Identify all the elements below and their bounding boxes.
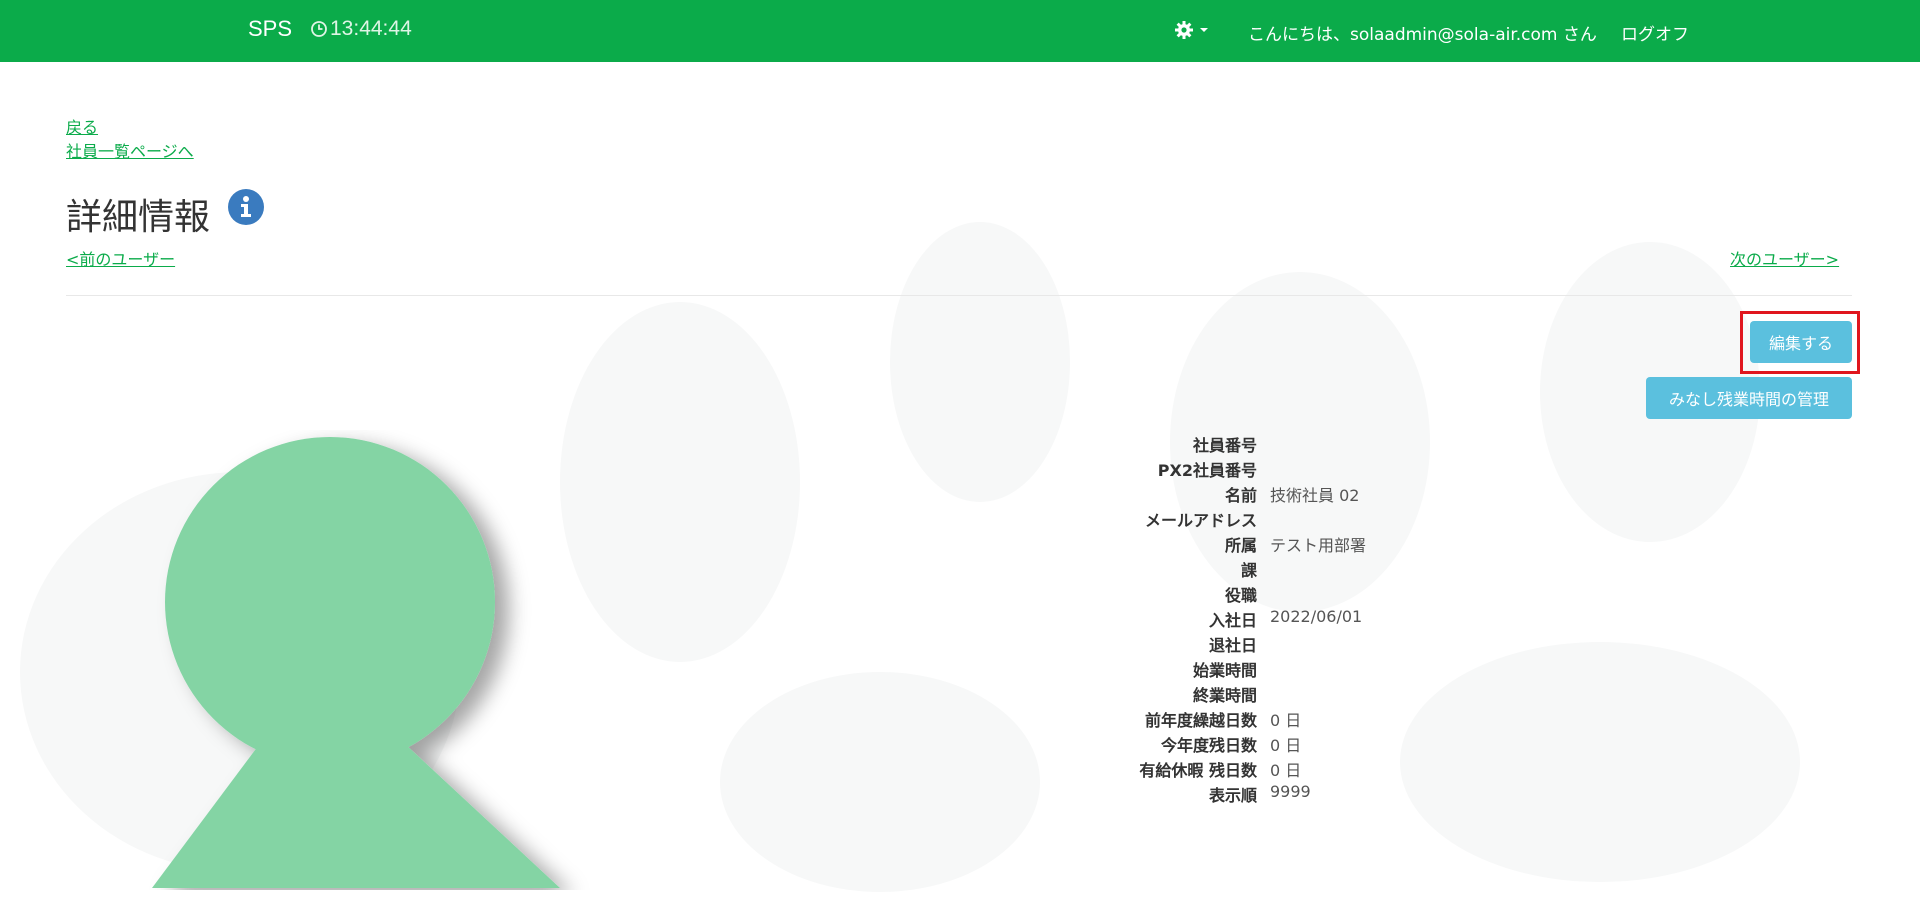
settings-dropdown[interactable]: [1174, 18, 1210, 42]
info-icon[interactable]: [228, 189, 264, 225]
page-title: 詳細情報: [66, 197, 211, 238]
label-paid-leave-remaining: 有給休暇 残日数: [1139, 761, 1257, 780]
logoff-link[interactable]: ログオフ: [1621, 20, 1689, 45]
label-join-date: 入社日: [1208, 611, 1257, 630]
label-leave-date: 退社日: [1208, 636, 1257, 655]
value-paid-leave-remaining: 0 日: [1270, 761, 1302, 780]
divider: [66, 295, 1852, 296]
value-display-order: 9999: [1270, 782, 1311, 801]
label-display-order: 表示順: [1208, 786, 1257, 805]
highlight-box: [1740, 311, 1860, 374]
value-join-date: 2022/06/01: [1270, 607, 1363, 626]
label-employee-number: 社員番号: [1192, 436, 1257, 455]
clock: 13:44:44: [310, 17, 412, 41]
value-carryover-days: 0 日: [1270, 711, 1302, 730]
back-link[interactable]: 戻る: [66, 114, 98, 138]
clock-icon: [311, 21, 327, 37]
value-department: テスト用部署: [1270, 536, 1367, 555]
label-px2-number: PX2社員番号: [1157, 461, 1257, 480]
next-user-link[interactable]: 次のユーザー>: [1730, 246, 1839, 270]
employee-list-link[interactable]: 社員一覧ページへ: [66, 138, 194, 162]
value-remaining-days: 0 日: [1270, 736, 1302, 755]
caret-down-icon: [1200, 28, 1208, 32]
overtime-management-button[interactable]: みなし残業時間の管理: [1646, 377, 1852, 419]
label-remaining-days: 今年度残日数: [1160, 736, 1257, 755]
gear-icon: [1175, 21, 1193, 39]
value-name: 技術社員 02: [1270, 486, 1360, 505]
label-department: 所属: [1224, 536, 1257, 555]
label-name: 名前: [1224, 486, 1257, 505]
label-email: メールアドレス: [1144, 511, 1257, 530]
label-section: 課: [1240, 561, 1257, 580]
top-navbar: SPS 13:44:44 こんにちは、solaadmin@sola-air.co…: [0, 0, 1920, 62]
label-position: 役職: [1224, 586, 1257, 605]
brand[interactable]: SPS: [248, 16, 292, 42]
greeting-text: こんにちは、solaadmin@sola-air.com さん: [1248, 25, 1597, 45]
clock-time: 13:44:44: [330, 17, 412, 40]
avatar: [152, 437, 560, 888]
label-start-time: 始業時間: [1192, 661, 1257, 680]
label-end-time: 終業時間: [1192, 686, 1257, 705]
prev-user-link[interactable]: <前のユーザー: [66, 246, 175, 270]
label-carryover-days: 前年度繰越日数: [1144, 711, 1257, 730]
